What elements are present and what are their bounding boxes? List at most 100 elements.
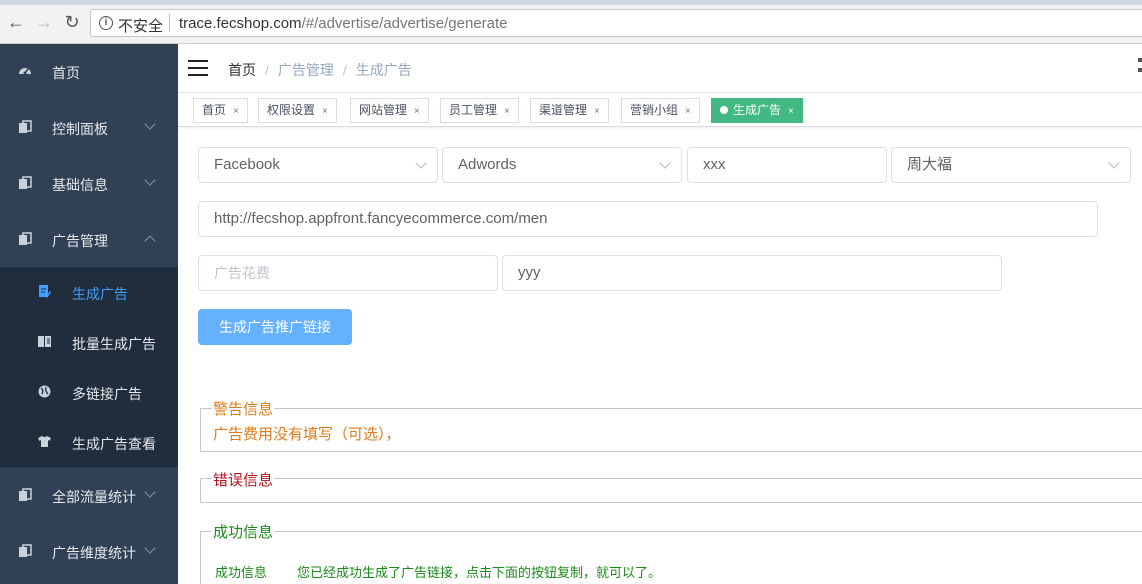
sidebar: 首页 控制面板 基础信息 广告管理 生成广告 批量生成广告 多链接广告 生成广告…	[0, 44, 178, 584]
chevron-down-icon	[144, 118, 156, 130]
tag-marketing-group[interactable]: 营销小组 ×	[621, 98, 700, 123]
breadcrumb-home[interactable]: 首页	[228, 62, 256, 78]
sidebar-item-traffic-stats[interactable]: 全部流量统计	[0, 468, 178, 524]
person-value: 周大福	[907, 156, 953, 173]
address-bar[interactable]: i 不安全 trace.fecshop.com/#/advertise/adve…	[90, 9, 1142, 37]
close-icon[interactable]: ×	[685, 106, 691, 117]
tag-permissions[interactable]: 权限设置 ×	[258, 98, 337, 123]
breadcrumb: 首页 / 广告管理 / 生成广告	[228, 60, 412, 80]
channel-value: Adwords	[458, 156, 517, 173]
warning-text: 广告费用没有填写（可选），	[213, 426, 401, 443]
reload-icon[interactable]: ↻	[62, 12, 82, 32]
param1-input[interactable]: xxx	[687, 147, 887, 183]
breadcrumb-current: 生成广告	[355, 62, 412, 78]
copy-icon	[19, 232, 32, 245]
tag-home[interactable]: 首页 ×	[193, 98, 248, 123]
sidebar-item-label: 广告维度统计	[52, 545, 136, 561]
close-icon[interactable]: ×	[233, 106, 239, 117]
info-icon[interactable]: i	[99, 16, 113, 30]
sidebar-item-label: 全部流量统计	[52, 489, 136, 505]
sidebar-subitem-generate-ad[interactable]: 生成广告	[0, 267, 178, 317]
breadcrumb-separator: /	[342, 62, 347, 78]
tag-label: 渠道管理	[539, 103, 588, 117]
param1-value: xxx	[703, 156, 726, 173]
sidebar-item-basic-info[interactable]: 基础信息	[0, 156, 178, 212]
copy-icon	[19, 488, 32, 501]
url-path: /#/advertise/advertise/generate	[301, 15, 508, 32]
sidebar-submenu: 生成广告 批量生成广告 多链接广告 生成广告查看	[0, 267, 178, 467]
close-icon[interactable]: ×	[322, 106, 328, 117]
sidebar-item-ad-management[interactable]: 广告管理	[0, 212, 178, 268]
globe-icon	[38, 385, 51, 398]
sidebar-item-ad-dimension-stats[interactable]: 广告维度统计	[0, 524, 178, 580]
sidebar-item-label: 首页	[52, 65, 80, 81]
copy-icon	[19, 544, 32, 557]
platform-select[interactable]: Facebook	[198, 147, 438, 183]
ad-cost-placeholder: 广告花费	[214, 265, 270, 281]
chevron-down-icon	[144, 486, 156, 498]
ad-cost-input[interactable]: 广告花费	[198, 255, 498, 291]
chevron-down-icon	[1108, 157, 1120, 169]
tag-label: 网站管理	[359, 103, 408, 117]
error-title: 错误信息	[212, 469, 275, 490]
chevron-down-icon	[144, 174, 156, 186]
warning-title: 警告信息	[212, 398, 275, 419]
sidebar-subitem-label: 多链接广告	[72, 386, 142, 402]
book-icon	[38, 336, 51, 347]
generate-link-button[interactable]: 生成广告推广链接	[198, 309, 352, 345]
address-separator	[169, 14, 170, 32]
dashboard-icon	[19, 68, 31, 75]
param2-input[interactable]: yyy	[502, 255, 1002, 291]
tag-label: 营销小组	[630, 103, 679, 117]
hamburger-menu-icon[interactable]	[188, 60, 208, 76]
tag-label: 生成广告	[733, 103, 782, 117]
close-icon[interactable]: ×	[594, 106, 600, 117]
forward-icon[interactable]: →	[34, 12, 54, 32]
breadcrumb-separator: /	[265, 62, 269, 78]
sidebar-item-home[interactable]: 首页	[0, 44, 178, 100]
shirt-icon	[38, 436, 51, 447]
sidebar-item-label: 广告管理	[52, 233, 108, 249]
sidebar-subitem-view-ads[interactable]: 生成广告查看	[0, 417, 178, 467]
platform-value: Facebook	[214, 156, 280, 173]
sidebar-subitem-label: 生成广告	[72, 286, 128, 302]
sidebar-subitem-multi-link[interactable]: 多链接广告	[0, 367, 178, 417]
edit-doc-icon	[39, 285, 51, 298]
channel-select[interactable]: Adwords	[442, 147, 682, 183]
back-icon[interactable]: ←	[6, 12, 26, 32]
url-host: trace.fecshop.com	[179, 15, 302, 32]
chevron-down-icon	[415, 157, 427, 169]
close-icon[interactable]: ×	[414, 106, 420, 117]
copy-icon	[19, 176, 32, 189]
success-text: 您已经成功生成了广告链接，点击下面的按钮复制，就可以了。	[297, 565, 662, 580]
sidebar-item-label: 基础信息	[52, 177, 108, 193]
url-input[interactable]: http://fecshop.appfront.fancyecommerce.c…	[198, 201, 1098, 237]
browser-toolbar: ← → ↻ i 不安全 trace.fecshop.com/#/advertis…	[0, 0, 1142, 44]
chevron-down-icon	[144, 542, 156, 554]
more-icon[interactable]	[1138, 58, 1142, 78]
tag-label: 权限设置	[267, 103, 316, 117]
sidebar-subitem-label: 批量生成广告	[72, 336, 156, 352]
sidebar-item-label: 控制面板	[52, 121, 108, 137]
tag-label: 员工管理	[449, 103, 498, 117]
param2-value: yyy	[518, 264, 541, 281]
copy-icon	[19, 120, 32, 133]
close-icon[interactable]: ×	[504, 106, 510, 117]
tag-site-management[interactable]: 网站管理 ×	[350, 98, 429, 123]
tags-view: 首页 × 权限设置 × 网站管理 × 员工管理 × 渠道管理 × 营销小组 × 生成广告 ×	[178, 93, 1142, 127]
tag-generate-ad[interactable]: 生成广告 ×	[711, 98, 803, 123]
close-icon[interactable]: ×	[788, 106, 794, 117]
browser-tab-strip	[0, 0, 1142, 5]
tag-staff-management[interactable]: 员工管理 ×	[440, 98, 519, 123]
sidebar-subitem-batch-generate[interactable]: 批量生成广告	[0, 317, 178, 367]
sidebar-item-dashboard[interactable]: 控制面板	[0, 100, 178, 156]
insecure-label: 不安全	[118, 18, 164, 35]
url-value: http://fecshop.appfront.fancyecommerce.c…	[214, 210, 548, 227]
url-text[interactable]: trace.fecshop.com/#/advertise/advertise/…	[179, 15, 508, 32]
success-title: 成功信息	[212, 521, 275, 542]
person-select[interactable]: 周大福	[891, 147, 1131, 183]
chevron-down-icon	[659, 157, 671, 169]
tag-channel-management[interactable]: 渠道管理 ×	[530, 98, 609, 123]
error-panel	[200, 478, 1142, 503]
breadcrumb-ad-management: 广告管理	[277, 62, 334, 78]
